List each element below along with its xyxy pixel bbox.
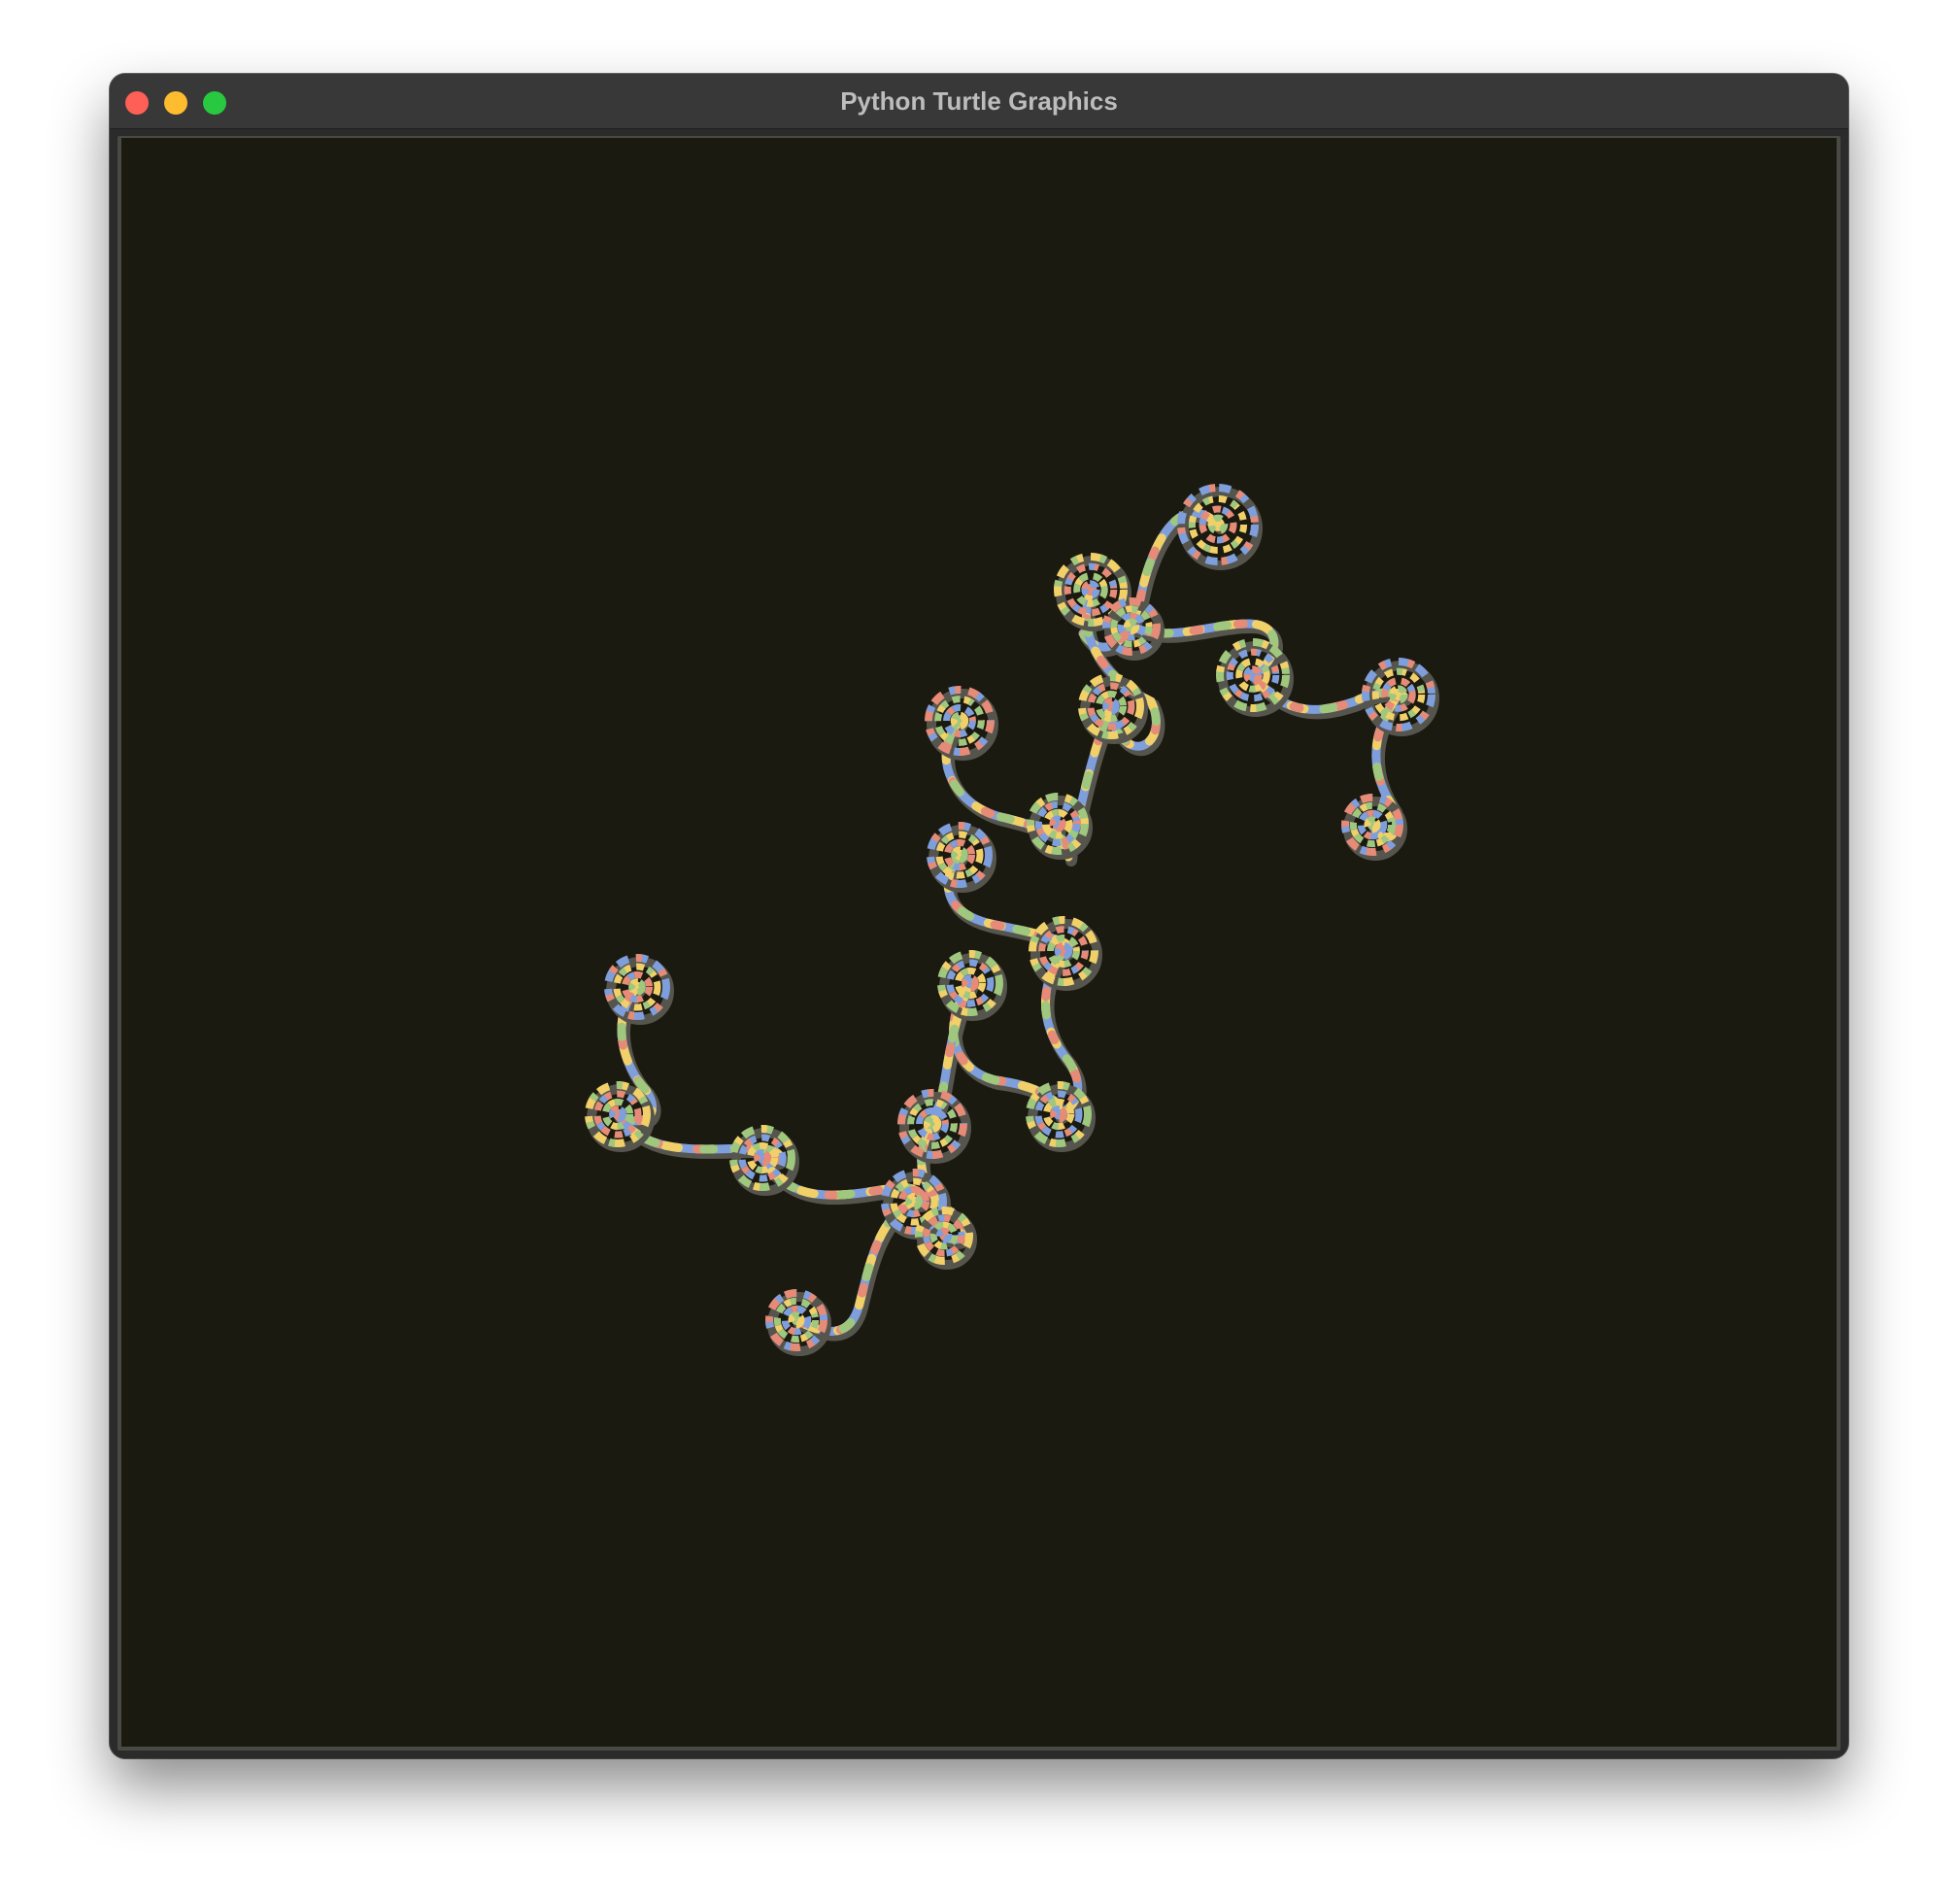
title-bar[interactable]: Python Turtle Graphics	[110, 74, 1848, 129]
window-title: Python Turtle Graphics	[840, 86, 1118, 116]
turtle-window: Python Turtle Graphics	[110, 74, 1848, 1758]
spiral-drawing	[585, 484, 1439, 1356]
turtle-canvas[interactable]	[121, 138, 1837, 1747]
